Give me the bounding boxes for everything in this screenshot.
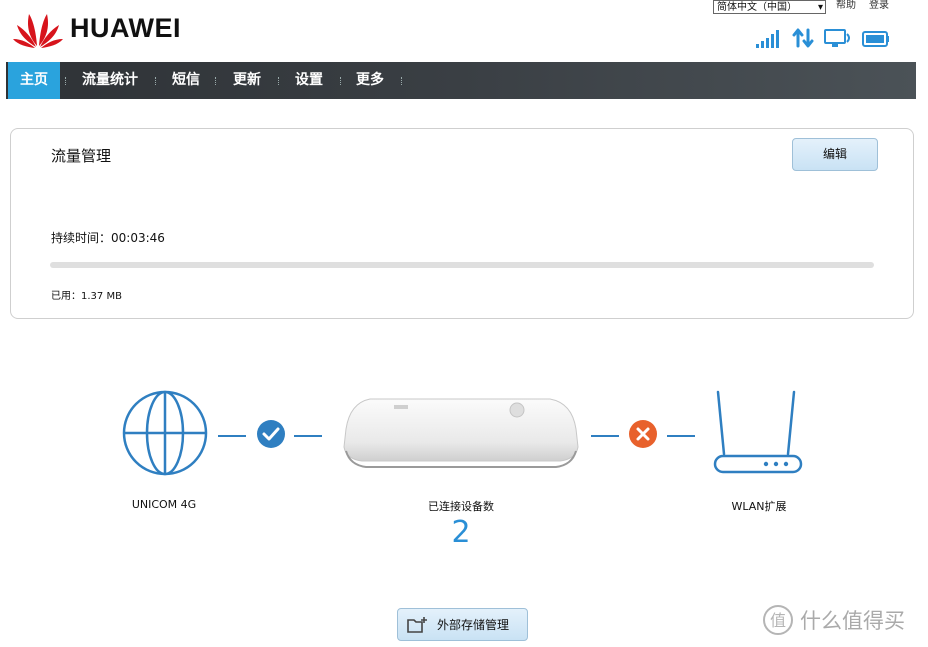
link-line [218,435,246,437]
connection-duration: 持续时间：00:03:46 [51,231,165,245]
svg-text:值: 值 [770,611,786,630]
data-transfer-icon [792,28,814,48]
chevron-down-icon: ▾ [817,2,823,13]
nav-separator [65,77,67,85]
external-storage-button[interactable]: 外部存储管理 [397,608,528,641]
traffic-card: 流量管理 编辑 持续时间：00:03:46 已用：1.37 MB [10,128,914,319]
watermark-text: 什么值得买 [800,609,905,633]
traffic-progress-bar [50,262,874,268]
watermark: 值 什么值得买 [762,604,905,636]
nav-item-settings[interactable]: 设置 [287,62,331,99]
wlan-router-icon [713,390,803,474]
huawei-petal-icon [13,14,63,48]
nav-separator [278,77,280,85]
help-link[interactable]: 帮助 [836,0,856,12]
nav-separator [340,77,342,85]
traffic-used: 已用：1.37 MB [51,291,122,302]
nav-item-more[interactable]: 更多 [348,62,392,99]
connected-devices-label: 已连接设备数 [428,500,494,513]
nav-item-traffic-stats[interactable]: 流量统计 [72,62,148,99]
battery-icon [862,31,889,47]
nav-separator [401,77,403,85]
nav-item-update[interactable]: 更新 [225,62,269,99]
status-icons [756,28,890,48]
link-line [667,435,695,437]
connected-device-icon [824,29,850,47]
login-link[interactable]: 登录 [869,0,889,12]
add-folder-icon [407,616,427,633]
nav-separator [155,77,157,85]
signal-strength-icon [756,30,779,48]
language-select-value: 简体中文（中国） [717,2,797,13]
main-nav: 主页 流量统计 短信 更新 设置 更多 [6,62,916,99]
check-circle-icon [257,420,285,448]
brand-name: HUAWEI [70,12,181,43]
connected-devices-count: 2 [451,515,471,550]
nav-item-sms[interactable]: 短信 [164,62,208,99]
watermark-logo: 值 [763,605,793,635]
nav-item-home[interactable]: 主页 [8,62,60,99]
nav-separator [215,77,217,85]
link-line [294,435,322,437]
huawei-logo: HUAWEI [12,8,181,48]
language-select[interactable]: 简体中文（中国） ▾ [713,0,826,14]
external-storage-label: 外部存储管理 [437,618,510,632]
router-device-image [343,398,579,468]
traffic-title: 流量管理 [51,147,112,165]
wlan-extension-label: WLAN扩展 [731,500,787,513]
globe-icon [122,390,208,476]
network-label: UNICOM 4G [131,498,197,511]
link-line [591,435,619,437]
edit-button[interactable]: 编辑 [792,138,878,171]
error-circle-icon [629,420,657,448]
